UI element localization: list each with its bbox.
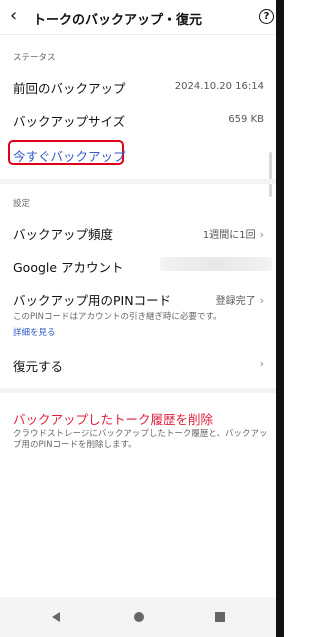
last-backup-value: 2024.10.20 16:14 <box>174 81 264 92</box>
back-icon[interactable]: ‹ <box>10 7 17 25</box>
chevron-right-icon: › <box>259 357 264 370</box>
frequency-value-wrap: 1週間に1回 › <box>203 226 264 241</box>
delete-description: クラウドストレージにバックアップしたトーク履歴と、バックアップ用のPINコードを… <box>13 429 268 450</box>
nav-recents-icon[interactable] <box>215 612 225 622</box>
nav-back-icon[interactable] <box>52 612 60 622</box>
section-divider <box>0 388 276 393</box>
google-account-label: Google アカウント <box>13 260 124 275</box>
pin-value: 登録完了 <box>215 296 256 307</box>
frequency-value: 1週間に1回 <box>202 230 256 241</box>
nav-home-icon[interactable] <box>134 612 144 622</box>
scrollbar[interactable] <box>269 152 272 197</box>
system-nav-bar <box>0 597 276 637</box>
delete-backup-button[interactable]: バックアップしたトーク履歴を削除 <box>13 409 213 428</box>
help-icon[interactable]: ? <box>259 9 274 24</box>
pin-value-wrap: 登録完了 › <box>216 292 264 307</box>
last-backup-label: 前回のバックアップ <box>13 81 126 96</box>
pin-label: バックアップ用のPINコード <box>13 293 172 308</box>
details-link[interactable]: 詳細を見る <box>13 326 56 338</box>
section-divider <box>0 179 276 184</box>
frequency-label: バックアップ頻度 <box>13 227 114 242</box>
settings-section-label: 設定 <box>13 199 31 209</box>
backup-size-label: バックアップサイズ <box>13 114 126 129</box>
screen: ‹ トークのバックアップ・復元 ? ステータス 前回のバックアップ 2024.1… <box>0 0 284 637</box>
chevron-right-icon: › <box>259 294 264 307</box>
header-divider <box>0 34 276 35</box>
backup-now-label: 今すぐバックアップ <box>13 149 126 164</box>
google-account-value-redacted <box>160 257 272 271</box>
header: ‹ トークのバックアップ・復元 ? <box>0 0 276 34</box>
backup-size-value: 659 KB <box>228 114 264 125</box>
restore-label: 復元する <box>13 359 64 374</box>
status-section-label: ステータス <box>13 53 56 63</box>
chevron-right-icon: › <box>259 228 264 241</box>
page-title: トークのバックアップ・復元 <box>33 13 203 28</box>
pin-note: このPINコードはアカウントの引き継ぎ時に必要です。 <box>13 312 222 322</box>
backup-now-button[interactable]: 今すぐバックアップ <box>8 140 126 165</box>
restore-chevron-wrap: › <box>256 357 264 370</box>
